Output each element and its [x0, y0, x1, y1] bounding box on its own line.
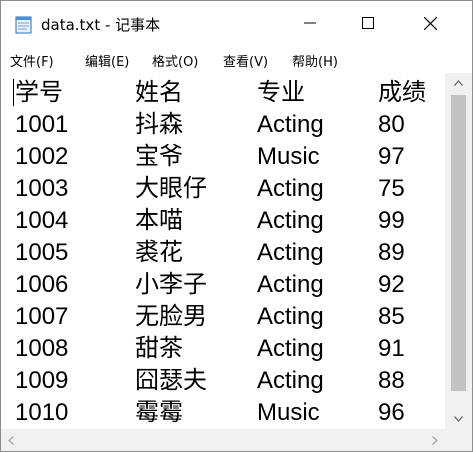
header-score: 成绩: [378, 79, 426, 106]
student-id: 1002: [15, 143, 69, 170]
student-id: 1008: [15, 335, 69, 362]
menu-help[interactable]: 帮助(H): [292, 51, 338, 70]
student-major: Acting: [257, 111, 324, 138]
student-major: Acting: [257, 207, 324, 234]
scroll-right-button[interactable]: [425, 430, 445, 450]
student-id: 1010: [15, 399, 69, 426]
horizontal-scrollbar[interactable]: [1, 429, 445, 451]
student-score: 97: [378, 143, 405, 170]
student-name: 大眼仔: [135, 175, 207, 202]
student-score: 96: [378, 399, 405, 426]
maximize-button[interactable]: [345, 1, 391, 45]
scroll-left-button[interactable]: [1, 430, 21, 450]
close-button[interactable]: [407, 1, 453, 45]
notepad-icon: [15, 15, 32, 34]
student-score: 88: [378, 367, 405, 394]
student-score: 92: [378, 271, 405, 298]
menu-bar: 文件(F) 编辑(E) 格式(O) 查看(V) 帮助(H): [1, 45, 472, 73]
vertical-scrollbar[interactable]: [445, 73, 472, 429]
student-major: Acting: [257, 239, 324, 266]
student-id: 1005: [15, 239, 69, 266]
text-caret: [13, 79, 14, 106]
text-line: 1009 囧瑟夫 Acting 88: [1, 365, 445, 397]
student-score: 89: [378, 239, 405, 266]
student-major: Music: [257, 143, 320, 170]
menu-edit[interactable]: 编辑(E): [85, 51, 129, 70]
student-id: 1004: [15, 207, 69, 234]
scrollbar-corner: [445, 429, 472, 451]
text-line: 1005 裘花 Acting 89: [1, 237, 445, 269]
menu-file[interactable]: 文件(F): [10, 51, 54, 70]
student-name: 本喵: [135, 207, 183, 234]
student-name: 囧瑟夫: [135, 367, 207, 394]
student-name: 小李子: [135, 271, 207, 298]
student-name: 霉霉: [135, 399, 183, 426]
vertical-scroll-thumb[interactable]: [451, 95, 466, 391]
student-id: 1006: [15, 271, 69, 298]
text-line: 1007 无脸男 Acting 85: [1, 301, 445, 333]
minimize-button[interactable]: [287, 1, 333, 45]
text-line: 1001 抖森 Acting 80: [1, 109, 445, 141]
student-score: 99: [378, 207, 405, 234]
student-major: Acting: [257, 303, 324, 330]
title-bar[interactable]: data.txt - 记事本: [1, 1, 472, 45]
scroll-down-button[interactable]: [445, 409, 472, 429]
menu-view[interactable]: 查看(V): [223, 51, 268, 70]
student-name: 甜茶: [135, 335, 183, 362]
student-major: Music: [257, 399, 320, 426]
student-name: 宝爷: [135, 143, 183, 170]
student-score: 80: [378, 111, 405, 138]
text-line: 1003 大眼仔 Acting 75: [1, 173, 445, 205]
text-line: 1010 霉霉 Music 96: [1, 397, 445, 429]
header-major: 专业: [257, 79, 305, 106]
arrow-up-icon: [454, 80, 463, 86]
minimize-icon: [304, 22, 316, 24]
student-id: 1009: [15, 367, 69, 394]
student-id: 1001: [15, 111, 69, 138]
text-line: 1006 小李子 Acting 92: [1, 269, 445, 301]
student-score: 85: [378, 303, 405, 330]
student-name: 无脸男: [135, 303, 207, 330]
menu-format[interactable]: 格式(O): [152, 51, 198, 70]
header-id: 学号: [15, 79, 63, 106]
close-icon: [423, 16, 437, 30]
student-score: 75: [378, 175, 405, 202]
arrow-right-icon: [432, 435, 438, 445]
text-line: 1002 宝爷 Music 97: [1, 141, 445, 173]
notepad-window: data.txt - 记事本 文件(F) 编辑(E) 格式(O) 查看(V) 帮…: [0, 0, 473, 452]
text-line-header: 学号 姓名 专业 成绩: [1, 77, 445, 109]
student-id: 1007: [15, 303, 69, 330]
arrow-left-icon: [8, 435, 14, 445]
student-major: Acting: [257, 175, 324, 202]
arrow-down-icon: [454, 416, 463, 422]
student-name: 裘花: [135, 239, 183, 266]
student-major: Acting: [257, 367, 324, 394]
student-major: Acting: [257, 335, 324, 362]
student-id: 1003: [15, 175, 69, 202]
text-line: 1008 甜茶 Acting 91: [1, 333, 445, 365]
student-name: 抖森: [135, 111, 183, 138]
text-line: 1004 本喵 Acting 99: [1, 205, 445, 237]
maximize-icon: [362, 17, 374, 29]
student-score: 91: [378, 335, 405, 362]
header-name: 姓名: [135, 79, 183, 106]
text-editor[interactable]: 学号 姓名 专业 成绩 1001 抖森 Acting 80 1002 宝爷 Mu…: [1, 73, 445, 429]
window-title: data.txt - 记事本: [41, 16, 161, 34]
scroll-up-button[interactable]: [445, 73, 472, 93]
student-major: Acting: [257, 271, 324, 298]
